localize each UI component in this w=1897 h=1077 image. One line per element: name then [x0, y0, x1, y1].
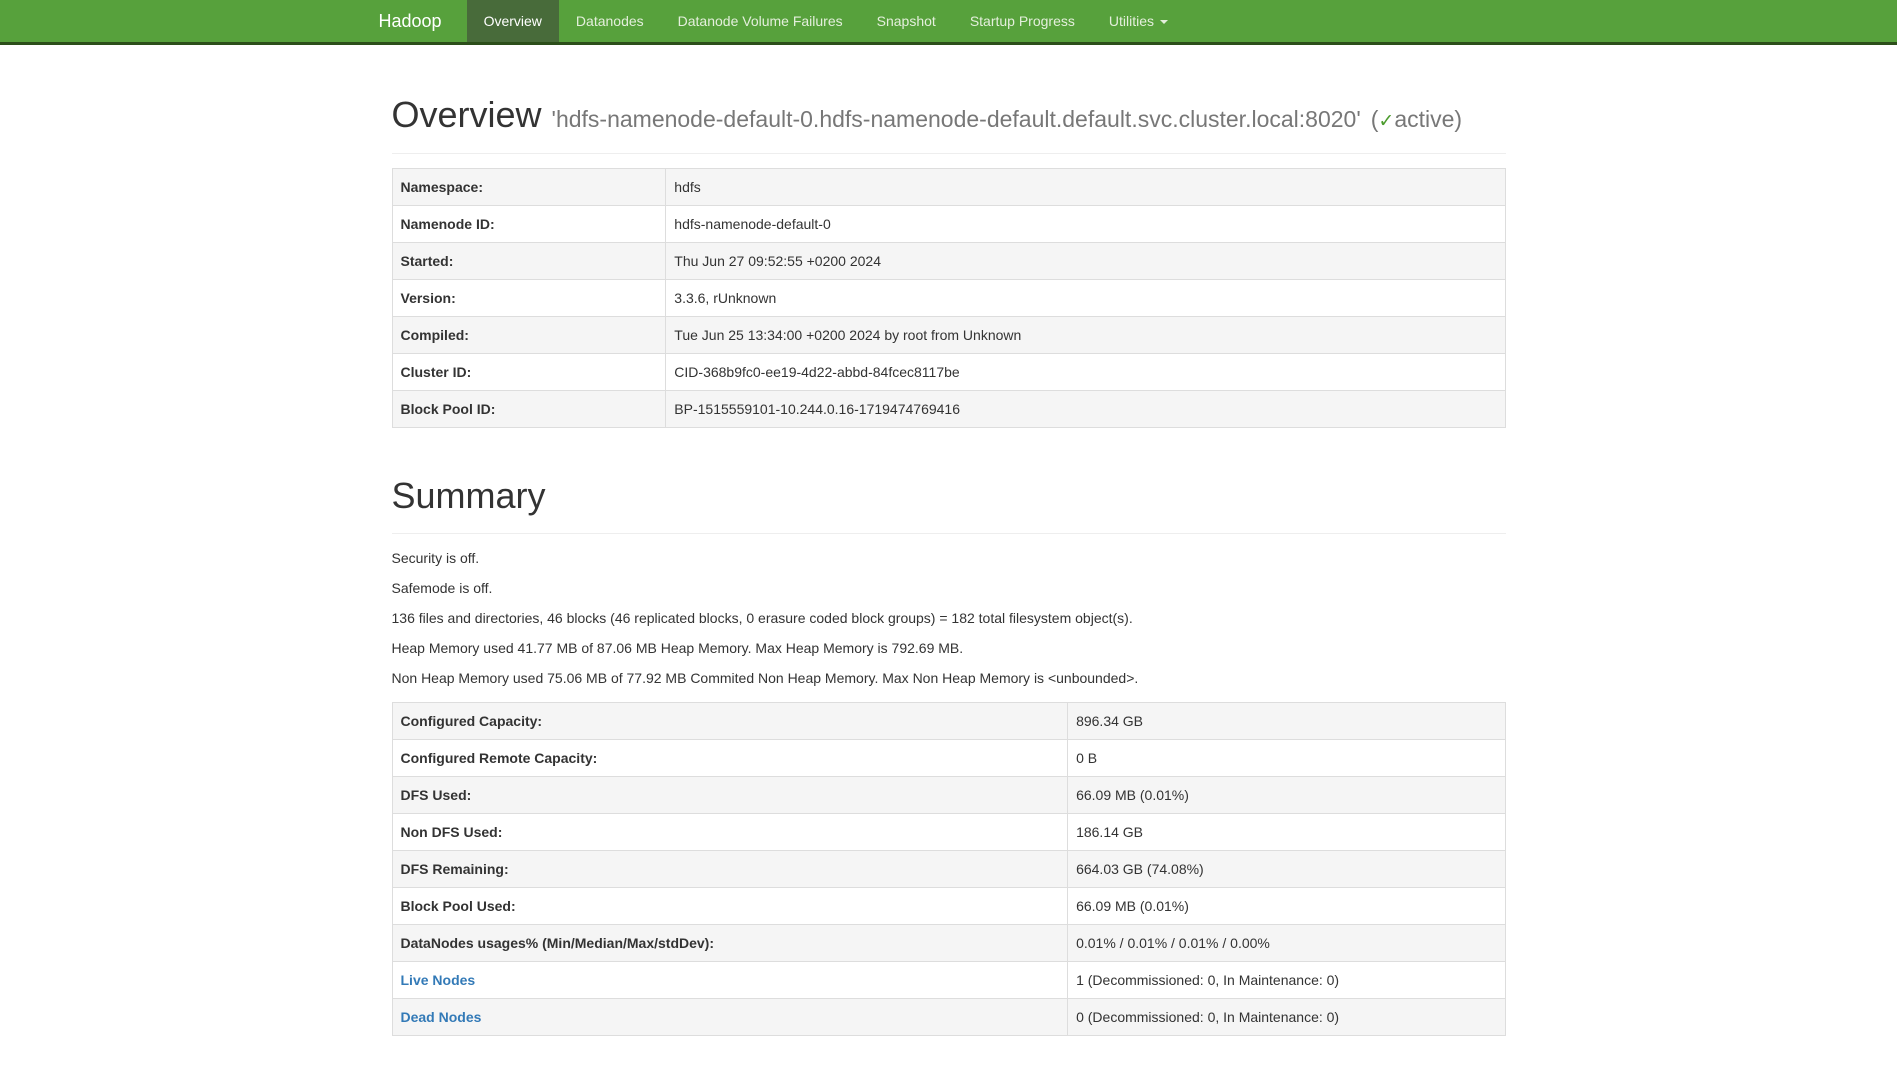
- row-value: hdfs-namenode-default-0: [666, 205, 1505, 242]
- row-label: Started:: [392, 242, 666, 279]
- row-label: Block Pool ID:: [392, 390, 666, 427]
- table-row: Started: Thu Jun 27 09:52:55 +0200 2024: [392, 242, 1505, 279]
- nav-item-snapshot-label: Snapshot: [877, 13, 936, 29]
- table-row: Block Pool Used: 66.09 MB (0.01%): [392, 888, 1505, 925]
- row-label: DFS Used:: [392, 777, 1068, 814]
- row-value: CID-368b9fc0-ee19-4d22-abbd-84fcec8117be: [666, 353, 1505, 390]
- table-row: Version: 3.3.6, rUnknown: [392, 279, 1505, 316]
- table-row: Non DFS Used: 186.14 GB: [392, 814, 1505, 851]
- row-value: 3.3.6, rUnknown: [666, 279, 1505, 316]
- row-label: Version:: [392, 279, 666, 316]
- row-label: Cluster ID:: [392, 353, 666, 390]
- security-status-text: Security is off.: [392, 548, 1506, 568]
- status-label: active): [1394, 106, 1462, 132]
- nav-item-datanode-volume-failures[interactable]: Datanode Volume Failures: [661, 0, 860, 42]
- page-title: Overview 'hdfs-namenode-default-0.hdfs-n…: [392, 91, 1506, 139]
- navbar-tabs: Overview Datanodes Datanode Volume Failu…: [467, 0, 1185, 42]
- nav-item-startup-progress[interactable]: Startup Progress: [953, 0, 1092, 42]
- page-title-text: Overview: [392, 94, 542, 135]
- nav-item-overview[interactable]: Overview: [467, 0, 559, 42]
- row-label: Configured Capacity:: [392, 703, 1068, 740]
- nav-item-utilities[interactable]: Utilities: [1092, 0, 1185, 42]
- namenode-status: (✓active): [1371, 106, 1462, 132]
- row-value: 66.09 MB (0.01%): [1068, 777, 1505, 814]
- nav-item-datanode-volume-failures-label: Datanode Volume Failures: [678, 13, 843, 29]
- row-value: 0 B: [1068, 740, 1505, 777]
- row-value: BP-1515559101-10.244.0.16-1719474769416: [666, 390, 1505, 427]
- caret-down-icon: [1160, 20, 1168, 24]
- row-value: 1 (Decommissioned: 0, In Maintenance: 0): [1068, 962, 1505, 999]
- navbar: Hadoop Overview Datanodes Datanode Volum…: [0, 0, 1897, 45]
- navbar-brand[interactable]: Hadoop: [364, 0, 457, 42]
- namenode-info-table: Namespace: hdfs Namenode ID: hdfs-nameno…: [392, 168, 1506, 428]
- dead-nodes-link[interactable]: Dead Nodes: [401, 1009, 482, 1025]
- table-row: Live Nodes 1 (Decommissioned: 0, In Main…: [392, 962, 1505, 999]
- table-row: DFS Remaining: 664.03 GB (74.08%): [392, 851, 1505, 888]
- table-row: DataNodes usages% (Min/Median/Max/stdDev…: [392, 925, 1505, 962]
- table-row: Namenode ID: hdfs-namenode-default-0: [392, 205, 1505, 242]
- check-icon: ✓: [1378, 111, 1394, 132]
- row-value: 664.03 GB (74.08%): [1068, 851, 1505, 888]
- row-label: Namenode ID:: [392, 205, 666, 242]
- nav-item-startup-progress-label: Startup Progress: [970, 13, 1075, 29]
- row-value: 896.34 GB: [1068, 703, 1505, 740]
- summary-table: Configured Capacity: 896.34 GB Configure…: [392, 702, 1506, 1036]
- row-label: Live Nodes: [392, 962, 1068, 999]
- table-row: Compiled: Tue Jun 25 13:34:00 +0200 2024…: [392, 316, 1505, 353]
- row-label: DFS Remaining:: [392, 851, 1068, 888]
- nav-item-datanodes[interactable]: Datanodes: [559, 0, 661, 42]
- table-row: Block Pool ID: BP-1515559101-10.244.0.16…: [392, 390, 1505, 427]
- safemode-status-text: Safemode is off.: [392, 578, 1506, 598]
- table-row: DFS Used: 66.09 MB (0.01%): [392, 777, 1505, 814]
- row-label: Dead Nodes: [392, 999, 1068, 1036]
- filesystem-objects-text: 136 files and directories, 46 blocks (46…: [392, 608, 1506, 628]
- row-label: Namespace:: [392, 168, 666, 205]
- main-content: Overview 'hdfs-namenode-default-0.hdfs-n…: [392, 91, 1506, 1036]
- row-value: Tue Jun 25 13:34:00 +0200 2024 by root f…: [666, 316, 1505, 353]
- row-label: Configured Remote Capacity:: [392, 740, 1068, 777]
- row-value: Thu Jun 27 09:52:55 +0200 2024: [666, 242, 1505, 279]
- nav-item-snapshot[interactable]: Snapshot: [860, 0, 953, 42]
- row-value: 66.09 MB (0.01%): [1068, 888, 1505, 925]
- table-row: Configured Remote Capacity: 0 B: [392, 740, 1505, 777]
- navbar-container: Hadoop Overview Datanodes Datanode Volum…: [392, 0, 1506, 42]
- heap-memory-text: Heap Memory used 41.77 MB of 87.06 MB He…: [392, 638, 1506, 658]
- nav-item-overview-label: Overview: [484, 13, 542, 29]
- table-row: Dead Nodes 0 (Decommissioned: 0, In Main…: [392, 999, 1505, 1036]
- row-value: 0 (Decommissioned: 0, In Maintenance: 0): [1068, 999, 1505, 1036]
- row-label: Block Pool Used:: [392, 888, 1068, 925]
- row-value: hdfs: [666, 168, 1505, 205]
- summary-paragraphs: Security is off. Safemode is off. 136 fi…: [392, 548, 1506, 688]
- summary-title: Summary: [392, 472, 1506, 520]
- row-label: Compiled:: [392, 316, 666, 353]
- row-value: 0.01% / 0.01% / 0.01% / 0.00%: [1068, 925, 1505, 962]
- row-label: DataNodes usages% (Min/Median/Max/stdDev…: [392, 925, 1068, 962]
- summary-header: Summary: [392, 472, 1506, 535]
- row-label: Non DFS Used:: [392, 814, 1068, 851]
- row-value: 186.14 GB: [1068, 814, 1505, 851]
- non-heap-memory-text: Non Heap Memory used 75.06 MB of 77.92 M…: [392, 668, 1506, 688]
- nav-item-utilities-label: Utilities: [1109, 13, 1154, 29]
- table-row: Cluster ID: CID-368b9fc0-ee19-4d22-abbd-…: [392, 353, 1505, 390]
- overview-header: Overview 'hdfs-namenode-default-0.hdfs-n…: [392, 91, 1506, 154]
- table-row: Configured Capacity: 896.34 GB: [392, 703, 1505, 740]
- nav-item-datanodes-label: Datanodes: [576, 13, 644, 29]
- table-row: Namespace: hdfs: [392, 168, 1505, 205]
- live-nodes-link[interactable]: Live Nodes: [401, 972, 476, 988]
- namenode-address: 'hdfs-namenode-default-0.hdfs-namenode-d…: [552, 106, 1361, 132]
